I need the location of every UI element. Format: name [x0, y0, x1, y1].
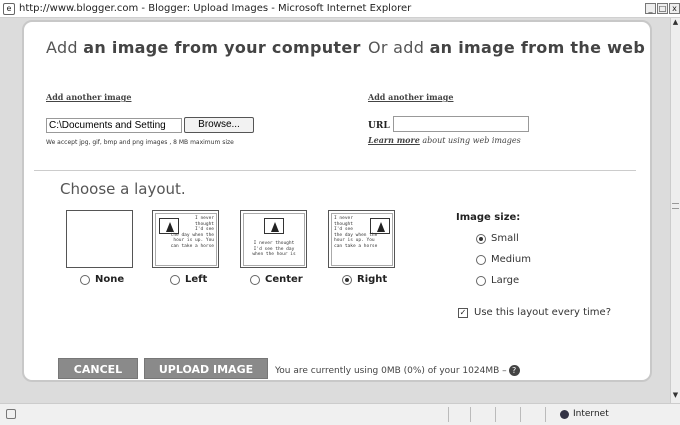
web-heading: Or add an image from the web [368, 38, 645, 57]
page-status-icon [6, 409, 16, 419]
status-separator [520, 407, 521, 422]
checkmark-icon[interactable]: ✓ [458, 307, 468, 318]
vertical-scrollbar[interactable]: ▲ ▼ [670, 18, 680, 403]
globe-icon [560, 409, 569, 419]
layout-thumb-left[interactable]: I never thought I'd see the day when the… [152, 210, 219, 268]
layout-preview: I never thought I'd see the day when the… [155, 213, 217, 266]
window-controls: _ □ x [645, 3, 680, 14]
radio-icon[interactable] [342, 274, 352, 285]
add-another-image-link-web[interactable]: Add another image [368, 92, 454, 102]
storage-usage-text: You are currently using 0MB (0%) of your… [275, 365, 520, 376]
web-heading-bold: an image from the web [429, 38, 646, 57]
image-size-title: Image size: [456, 212, 521, 223]
radio-icon[interactable] [476, 254, 486, 265]
scroll-down-arrow-icon[interactable]: ▼ [671, 391, 680, 403]
window-title: http://www.blogger.com - Blogger: Upload… [19, 3, 412, 14]
url-input[interactable] [393, 116, 529, 132]
layout-preview: I never thought I'd see the day when the… [243, 213, 305, 266]
size-radio-label: Large [491, 275, 520, 286]
close-button[interactable]: x [669, 3, 680, 14]
layout-radio-center[interactable]: Center [250, 274, 303, 285]
layout-thumb-right[interactable]: I never thought I'd see the day when the… [328, 210, 395, 268]
security-zone: Internet [560, 409, 609, 419]
layout-preview: I never thought I'd see the day when the… [331, 213, 393, 266]
status-separator [495, 407, 496, 422]
layout-sample-text: I never thought I'd see the day when the… [170, 216, 214, 249]
learn-more-link[interactable]: Learn more [368, 135, 420, 145]
help-icon[interactable]: ? [508, 365, 520, 376]
minimize-button[interactable]: _ [645, 3, 656, 14]
status-separator [448, 407, 449, 422]
computer-heading-prefix: Add [46, 38, 84, 57]
size-radio-large[interactable]: Large [476, 275, 519, 286]
size-radio-label: Medium [491, 254, 531, 265]
radio-icon[interactable] [170, 274, 180, 285]
layout-sample-text: I never thought I'd see the day when the… [252, 241, 296, 257]
cancel-button[interactable]: CANCEL [58, 358, 138, 379]
file-path-input[interactable]: C:\Documents and Setting [46, 118, 182, 133]
radio-icon[interactable] [476, 233, 486, 244]
size-radio-small[interactable]: Small [476, 233, 519, 244]
size-radio-medium[interactable]: Medium [476, 254, 531, 265]
section-divider [34, 170, 636, 171]
learn-more-text: Learn more about using web images [368, 135, 521, 145]
remember-layout-checkbox[interactable]: ✓ Use this layout every time? [458, 307, 611, 318]
computer-heading-bold: an image from your computer [83, 38, 361, 57]
upload-image-button[interactable]: UPLOAD IMAGE [144, 358, 268, 379]
layout-radio-label: Center [265, 274, 303, 285]
scroll-grip[interactable] [672, 203, 679, 209]
remember-layout-label: Use this layout every time? [474, 307, 611, 318]
layout-radio-none[interactable]: None [80, 274, 124, 285]
radio-icon[interactable] [250, 274, 260, 285]
web-heading-prefix: Or add [368, 38, 430, 57]
status-separator [470, 407, 471, 422]
maximize-button[interactable]: □ [657, 3, 668, 14]
scroll-up-arrow-icon[interactable]: ▲ [671, 18, 680, 30]
zone-label: Internet [573, 409, 609, 419]
size-radio-label: Small [491, 233, 519, 244]
layout-title: Choose a layout. [60, 180, 186, 198]
layout-radio-label: None [95, 274, 125, 285]
status-bar: Internet [0, 403, 680, 425]
window-titlebar: e http://www.blogger.com - Blogger: Uplo… [0, 0, 680, 18]
tree-image-icon [264, 218, 284, 234]
radio-icon[interactable] [80, 274, 90, 285]
layout-thumb-none[interactable] [66, 210, 133, 268]
add-another-image-link-computer[interactable]: Add another image [46, 92, 132, 102]
radio-icon[interactable] [476, 275, 486, 286]
computer-heading: Add an image from your computer [46, 38, 361, 57]
upload-dialog-panel [22, 20, 652, 382]
accepted-formats-text: We accept jpg, gif, bmp and png images ,… [46, 139, 234, 146]
storage-usage-label: You are currently using 0MB (0%) of your… [275, 366, 507, 376]
layout-thumb-center[interactable]: I never thought I'd see the day when the… [240, 210, 307, 268]
status-separator [545, 407, 546, 422]
layout-radio-left[interactable]: Left [170, 274, 207, 285]
url-label: URL [368, 121, 390, 131]
learn-more-rest: about using web images [419, 136, 521, 145]
ie-page-icon: e [3, 2, 15, 15]
layout-radio-label: Right [357, 274, 388, 285]
layout-sample-text: I never thought I'd see the day when the… [334, 216, 378, 249]
layout-radio-label: Left [185, 274, 208, 285]
browse-button[interactable]: Browse... [184, 117, 254, 133]
layout-radio-right[interactable]: Right [342, 274, 387, 285]
